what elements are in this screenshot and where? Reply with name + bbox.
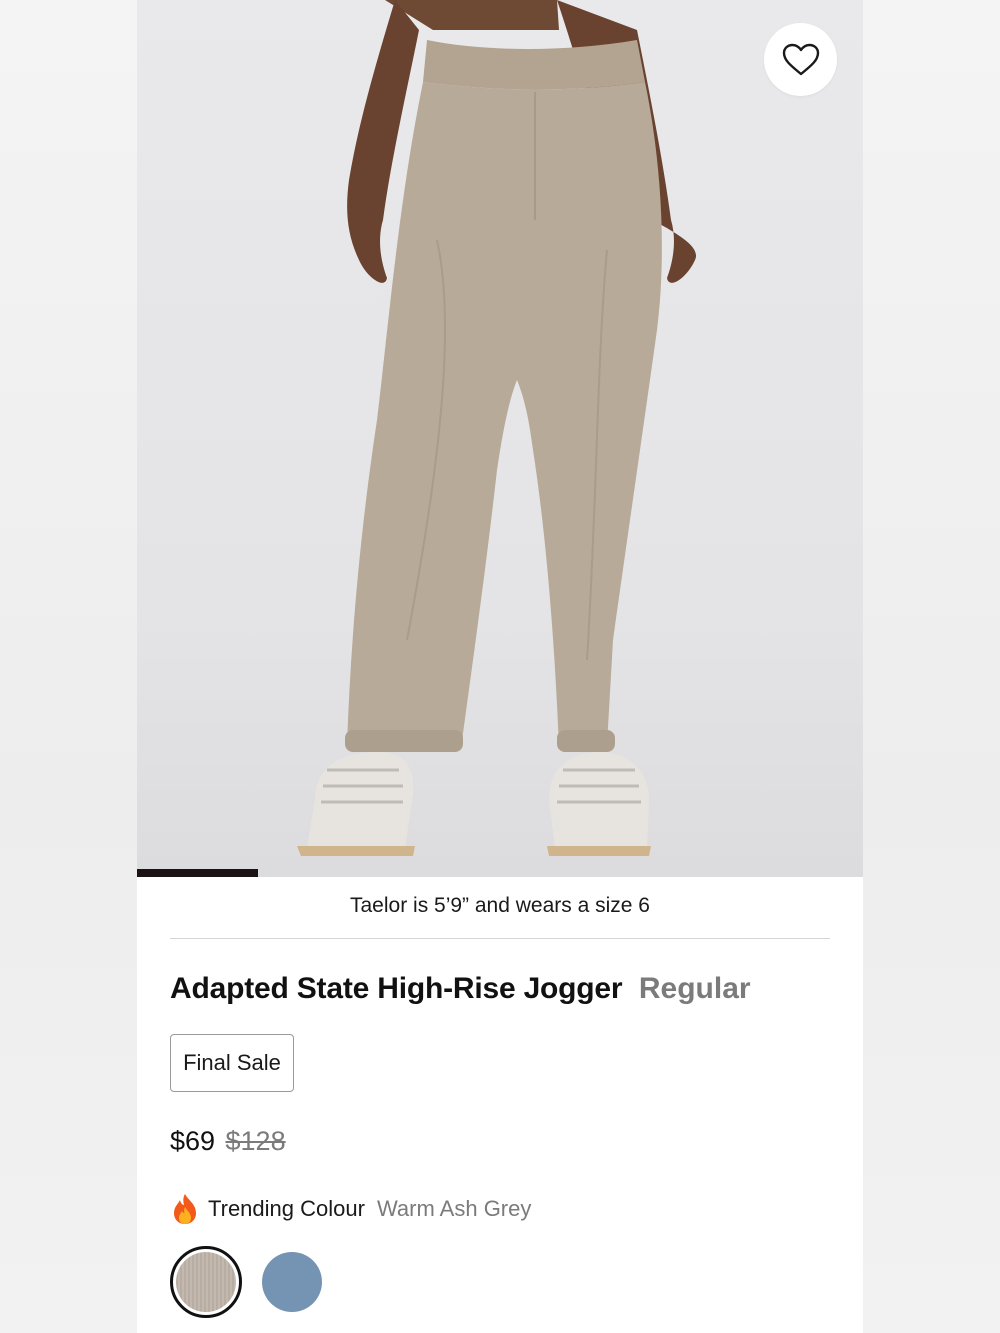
heart-outline-icon [782, 43, 819, 75]
selected-colour-name: Warm Ash Grey [376, 1196, 532, 1221]
product-title: Adapted State High-Rise Jogger [170, 972, 623, 1005]
fire-emoji-icon [174, 1194, 196, 1224]
swatch-warm-ash-grey[interactable] [170, 1246, 242, 1318]
divider [170, 938, 830, 939]
swatch-blue[interactable] [262, 1252, 322, 1312]
background-left [0, 0, 137, 1333]
background-right [863, 0, 1000, 1333]
product-page: Taelor is 5’9” and wears a size 6 Adapte… [137, 0, 863, 1333]
product-title-row: Adapted State High-Rise Jogger Regular [170, 972, 751, 1006]
product-photo-illustration [297, 0, 697, 856]
sale-price: $69 [170, 1126, 216, 1156]
right-cuff [557, 730, 615, 752]
left-shoe [307, 752, 414, 848]
wishlist-button[interactable] [764, 23, 837, 96]
original-price: $128 [225, 1126, 286, 1156]
final-sale-badge: Final Sale [170, 1034, 294, 1092]
swatch-fill [176, 1252, 236, 1312]
model-size-caption: Taelor is 5’9” and wears a size 6 [350, 894, 650, 917]
trending-colour-row: Trending Colour Warm Ash Grey [170, 1193, 531, 1225]
left-cuff [345, 730, 463, 752]
product-image[interactable] [137, 0, 863, 877]
right-shoe [549, 752, 649, 848]
pants-body [347, 82, 662, 748]
pants-waistband [423, 40, 645, 90]
product-variant: Regular [638, 972, 751, 1005]
trending-colour-label: Trending Colour [208, 1196, 365, 1221]
image-gallery-progress [137, 869, 258, 877]
price-row: $69 $128 [170, 1126, 286, 1157]
